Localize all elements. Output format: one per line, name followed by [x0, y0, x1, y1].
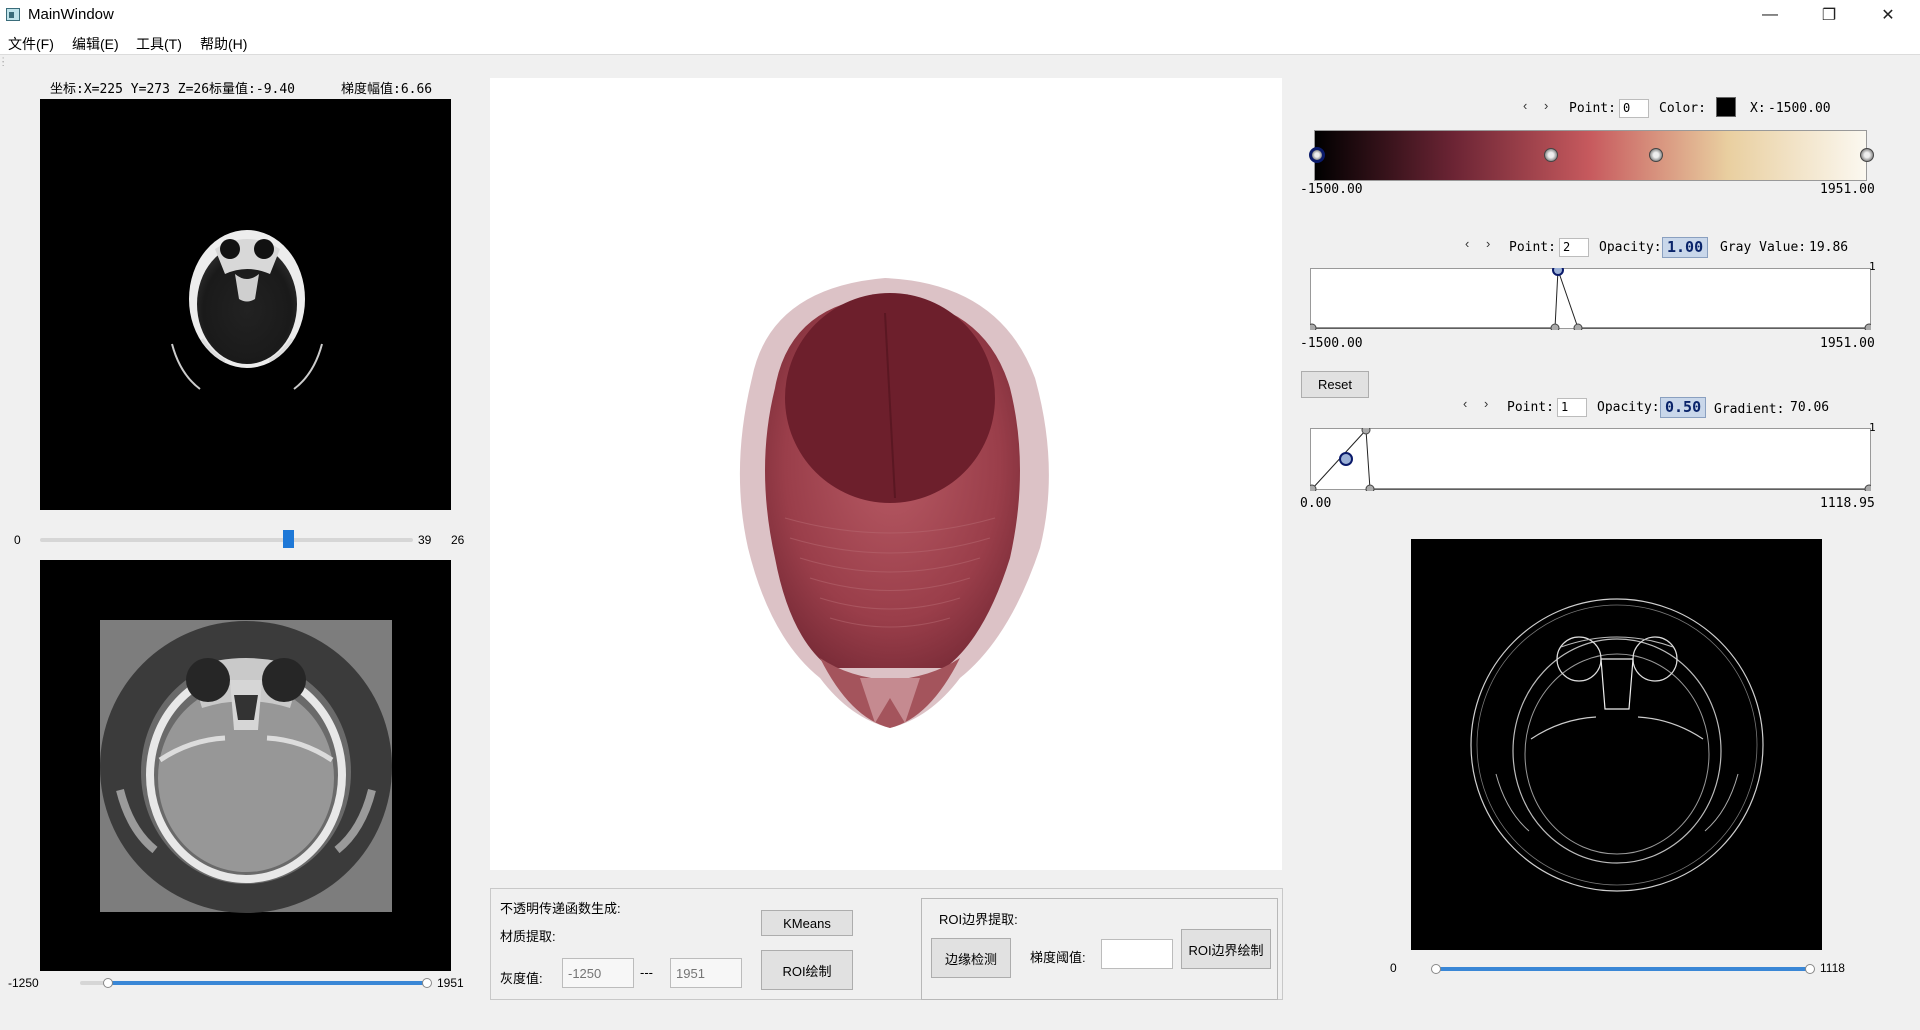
opacity-range-min: -1500.00: [1300, 336, 1363, 351]
color-node[interactable]: [1860, 148, 1874, 162]
color-node[interactable]: [1649, 148, 1663, 162]
opacity-point-input[interactable]: 2: [1559, 238, 1589, 257]
gradient-magnitude-readout: 梯度幅值:6.66: [341, 82, 433, 97]
menu-edit[interactable]: 编辑(E): [72, 34, 119, 54]
gradient-range-max: 1118.95: [1820, 496, 1875, 511]
menu-separator: [0, 54, 1920, 55]
gradient-opacity-value-input[interactable]: 0.50: [1660, 397, 1707, 418]
opacity-range-max: 1951.00: [1820, 336, 1875, 351]
gradient-transfer-graph[interactable]: [1307, 425, 1874, 494]
menu-tools[interactable]: 工具(T): [136, 34, 182, 54]
color-swatch-button[interactable]: [1716, 97, 1736, 117]
window-title: MainWindow: [28, 6, 114, 23]
roi-draw-button[interactable]: ROI绘制: [761, 950, 853, 990]
color-prev-point-button[interactable]: ‹: [1523, 98, 1527, 113]
app-window-icon: [6, 8, 20, 21]
minimize-button[interactable]: —: [1745, 0, 1795, 30]
gradient-threshold-label: 梯度阈值:: [1030, 950, 1086, 965]
window-slider-range: [107, 981, 427, 985]
gradient-point-label: Point:: [1507, 400, 1554, 415]
color-point-input[interactable]: 0: [1619, 99, 1649, 118]
close-button[interactable]: ✕: [1863, 0, 1913, 30]
window-slider-max: 1951: [437, 976, 464, 990]
gray-min-input[interactable]: [562, 958, 634, 988]
edge-detection-view[interactable]: [1411, 539, 1822, 950]
edge-slider-high-handle[interactable]: [1805, 964, 1815, 974]
volume-render-view[interactable]: [490, 78, 1282, 870]
gradient-transfer-curve: [1307, 425, 1874, 494]
reset-button[interactable]: Reset: [1301, 371, 1369, 398]
edge-slider-min: 0: [1390, 961, 1397, 975]
gradient-range-min: 0.00: [1300, 496, 1332, 511]
gradient-label: Gradient:: [1714, 402, 1785, 417]
title-bar: [0, 0, 1920, 30]
gray-max-input[interactable]: [670, 958, 742, 988]
menu-bar: [0, 30, 1920, 54]
gradient-threshold-input[interactable]: [1101, 939, 1173, 969]
color-x-value: -1500.00: [1768, 101, 1831, 116]
gradient-next-point-button[interactable]: ›: [1484, 396, 1488, 411]
axial-slice-image: [171, 230, 323, 390]
slice-slider-value: 26: [451, 533, 465, 547]
opacity-y-max: 1: [1869, 260, 1876, 273]
opacity-tf-label: 不透明传递函数生成:: [500, 901, 621, 916]
slice-slider-min: 0: [14, 533, 21, 547]
menu-help[interactable]: 帮助(H): [200, 34, 247, 54]
menu-file[interactable]: 文件(F): [8, 34, 54, 54]
axial-slice-view[interactable]: [40, 99, 451, 510]
opacity-transfer-graph[interactable]: [1307, 264, 1874, 333]
toolbar-grip[interactable]: ::: [2, 56, 5, 68]
color-x-label: X:: [1750, 101, 1766, 116]
gray-value-label-right: Gray Value:: [1720, 240, 1807, 255]
window-slider-min: -1250: [8, 976, 39, 990]
color-point-label: Point:: [1569, 101, 1616, 116]
material-extract-label: 材质提取:: [500, 929, 556, 944]
opacity-next-point-button[interactable]: ›: [1486, 236, 1490, 251]
gray-value-readout: 19.86: [1809, 240, 1849, 255]
window-slider-high-handle[interactable]: [422, 978, 432, 988]
color-range-max: 1951.00: [1820, 182, 1875, 197]
edge-slider-range: [1436, 967, 1810, 971]
windowed-slice-image: [100, 620, 392, 913]
color-transfer-bar[interactable]: [1314, 130, 1867, 181]
slice-slider-max: 39: [418, 533, 432, 547]
window-slider-low-handle[interactable]: [102, 978, 113, 988]
edge-detection-image: [1470, 598, 1764, 892]
gradient-readout: 70.06: [1790, 400, 1830, 415]
roi-boundary-label: ROI边界提取:: [939, 912, 1018, 927]
edge-detect-button[interactable]: 边缘检测: [931, 938, 1011, 978]
gradient-opacity-label: Opacity:: [1597, 400, 1660, 415]
roi-boundary-draw-button[interactable]: ROI边界绘制: [1181, 929, 1271, 969]
gray-value-label: 灰度值:: [500, 971, 543, 986]
color-node[interactable]: [1544, 148, 1558, 162]
windowed-slice-view[interactable]: [40, 560, 451, 971]
opacity-point-label: Point:: [1509, 240, 1556, 255]
maximize-button[interactable]: ❐: [1804, 0, 1854, 30]
color-range-min: -1500.00: [1300, 182, 1363, 197]
color-next-point-button[interactable]: ›: [1544, 98, 1548, 113]
slice-slider-track[interactable]: [40, 538, 413, 542]
gradient-y-max: 1: [1869, 421, 1876, 434]
opacity-prev-point-button[interactable]: ‹: [1465, 236, 1469, 251]
opacity-value-input[interactable]: 1.00: [1662, 237, 1709, 258]
slice-slider-handle[interactable]: [283, 530, 295, 548]
edge-slider-low-handle[interactable]: [1431, 964, 1441, 974]
coordinate-readout: 坐标:X=225 Y=273 Z=26标量值:-9.40: [50, 82, 296, 97]
gray-range-separator: ---: [640, 965, 653, 980]
gradient-prev-point-button[interactable]: ‹: [1463, 396, 1467, 411]
color-label: Color:: [1659, 101, 1706, 116]
gradient-point-input[interactable]: 1: [1557, 398, 1587, 417]
opacity-transfer-curve: [1307, 264, 1874, 333]
kmeans-button[interactable]: KMeans: [761, 910, 853, 936]
skull-volume-render: [739, 278, 1049, 728]
edge-slider-max: 1118: [1820, 961, 1845, 975]
color-node-selected[interactable]: [1309, 147, 1325, 163]
opacity-label: Opacity:: [1599, 240, 1662, 255]
